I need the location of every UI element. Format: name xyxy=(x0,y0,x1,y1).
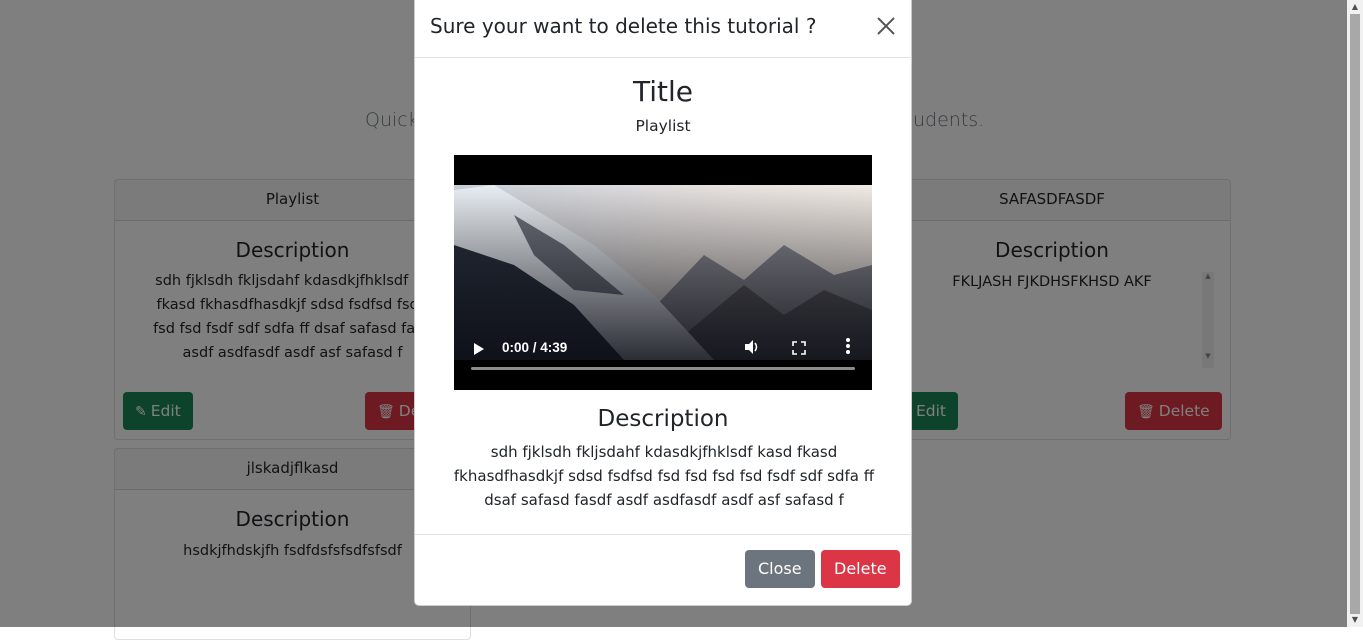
scrollbar-thumb[interactable] xyxy=(1350,14,1360,614)
page-scrollbar[interactable]: ▲ ▼ xyxy=(1347,0,1363,627)
tutorial-title: Title xyxy=(632,75,693,108)
description-text: sdh fjklsdh fkljsdahf kdasdkjfhklsdf kas… xyxy=(453,443,875,509)
video-player[interactable]: 0:00 / 4:39 xyxy=(454,155,872,390)
close-button[interactable]: Close xyxy=(745,550,815,588)
volume-icon[interactable] xyxy=(743,338,761,360)
modal-title: Sure your want to delete this tutorial ? xyxy=(430,14,817,38)
more-options-icon[interactable] xyxy=(846,338,852,356)
scroll-down-arrow-icon[interactable]: ▼ xyxy=(1347,613,1363,627)
close-icon[interactable] xyxy=(873,13,899,39)
fullscreen-icon[interactable] xyxy=(792,340,806,355)
video-progress-bar[interactable] xyxy=(471,367,855,370)
scroll-up-arrow-icon[interactable]: ▲ xyxy=(1347,0,1363,14)
modal-footer: Close Delete xyxy=(415,534,911,605)
video-time: 0:00 / 4:39 xyxy=(502,340,568,355)
play-icon[interactable] xyxy=(474,343,484,355)
delete-button[interactable]: Delete xyxy=(821,550,900,588)
video-controls: 0:00 / 4:39 xyxy=(454,330,872,390)
delete-confirm-modal: Sure your want to delete this tutorial ?… xyxy=(414,0,912,606)
modal-body: Title Playlist 0:00 / 4:39 Description s… xyxy=(415,58,911,538)
description-heading: Description xyxy=(597,406,729,432)
modal-header: Sure your want to delete this tutorial ? xyxy=(415,0,911,58)
tutorial-playlist: Playlist xyxy=(635,117,691,135)
